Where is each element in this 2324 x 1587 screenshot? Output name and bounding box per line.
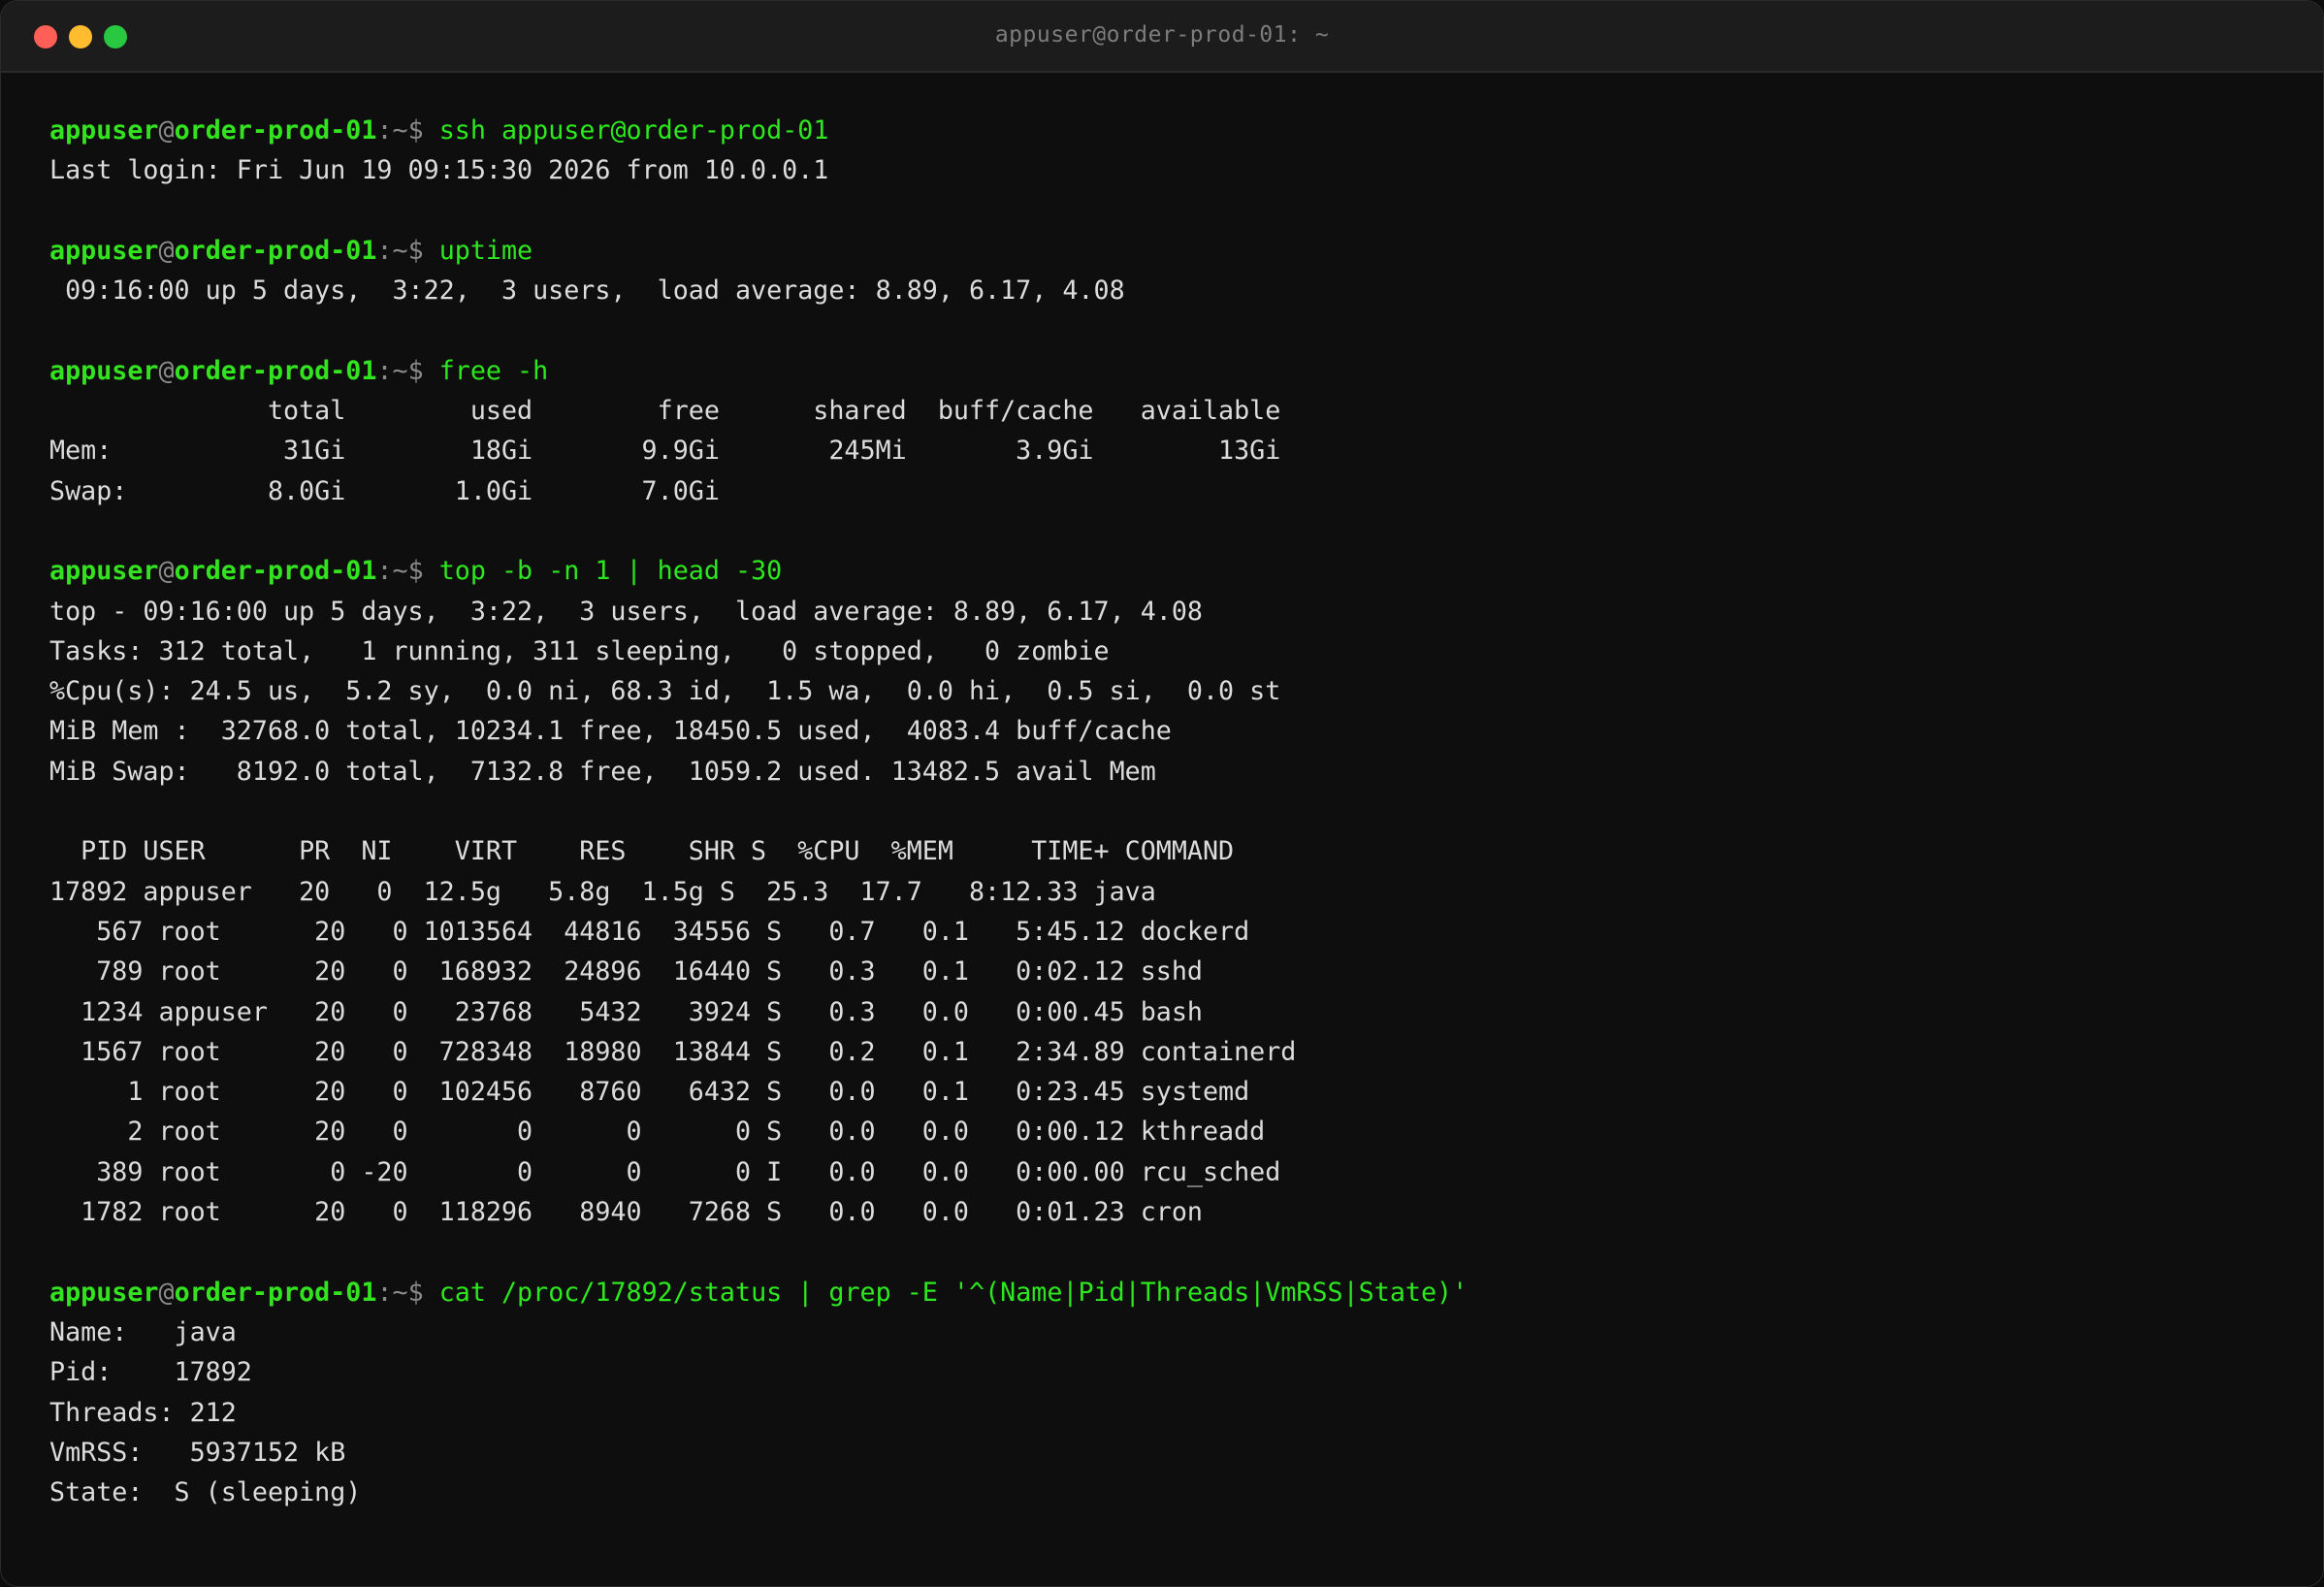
output-line: State: S (sleeping) — [49, 1477, 362, 1508]
prompt-line: appuser@order-prod-01:~$ cat /proc/17892… — [49, 1273, 2294, 1312]
command-text: cat /proc/17892/status | grep -E '^(Name… — [438, 1277, 1469, 1308]
output-line: MiB Swap: 8192.0 total, 7132.8 free, 105… — [49, 756, 1156, 787]
prompt-user: appuser — [49, 115, 159, 146]
prompt-host: order-prod-01 — [174, 115, 377, 146]
prompt-line: appuser@order-prod-01:~$ top -b -n 1 | h… — [49, 551, 2294, 591]
output-line: 1567 root 20 0 728348 18980 13844 S 0.2 … — [49, 1036, 1297, 1067]
output-line: Tasks: 312 total, 1 running, 311 sleepin… — [49, 635, 1110, 666]
output-line: PID USER PR NI VIRT RES SHR S %CPU %MEM … — [49, 836, 1235, 867]
output-line: Mem: 31Gi 18Gi 9.9Gi 245Mi 3.9Gi 13Gi — [49, 436, 1281, 467]
prompt-line: appuser@order-prod-01:~$ ssh appuser@ord… — [49, 111, 2294, 150]
output-line: 789 root 20 0 168932 24896 16440 S 0.3 0… — [49, 956, 1203, 988]
output-line: 1234 appuser 20 0 23768 5432 3924 S 0.3 … — [49, 996, 1203, 1027]
output-line: Last login: Fri Jun 19 09:15:30 2026 fro… — [49, 155, 829, 186]
prompt-at-sign: @ — [158, 1277, 175, 1308]
prompt-suffix: :~$ — [376, 556, 439, 587]
output-line: 1782 root 20 0 118296 8940 7268 S 0.0 0.… — [49, 1197, 1203, 1228]
output-line: MiB Mem : 32768.0 total, 10234.1 free, 1… — [49, 716, 1172, 747]
prompt-suffix: :~$ — [376, 115, 439, 146]
output-line: Swap: 8.0Gi 1.0Gi 7.0Gi — [49, 475, 720, 506]
prompt-user: appuser — [49, 1277, 159, 1308]
terminal-output[interactable]: appuser@order-prod-01:~$ ssh appuser@ord… — [49, 111, 2294, 1512]
prompt-at-sign: @ — [158, 235, 175, 266]
output-line: 2 root 20 0 0 0 0 S 0.0 0.0 0:00.12 kthr… — [49, 1117, 1266, 1148]
command-text: top -b -n 1 | head -30 — [438, 556, 783, 587]
prompt-suffix: :~$ — [376, 235, 439, 266]
output-line: 1 root 20 0 102456 8760 6432 S 0.0 0.1 0… — [49, 1077, 1250, 1108]
prompt-user: appuser — [49, 556, 159, 587]
command-text: free -h — [438, 355, 549, 386]
output-line: top - 09:16:00 up 5 days, 3:22, 3 users,… — [49, 596, 1203, 627]
prompt-at-sign: @ — [158, 355, 175, 386]
prompt-at-sign: @ — [158, 115, 175, 146]
prompt-host: order-prod-01 — [174, 355, 377, 386]
output-line: 09:16:00 up 5 days, 3:22, 3 users, load … — [49, 275, 1125, 307]
command-text: uptime — [438, 235, 533, 266]
window-title: appuser@order-prod-01: ~ — [994, 22, 1330, 48]
prompt-user: appuser — [49, 355, 159, 386]
title-bar[interactable]: appuser@order-prod-01: ~ — [1, 1, 2323, 73]
output-line: Pid: 17892 — [49, 1357, 252, 1388]
prompt-host: order-prod-01 — [174, 235, 377, 266]
output-line: 567 root 20 0 1013564 44816 34556 S 0.7 … — [49, 916, 1250, 947]
prompt-host: order-prod-01 — [174, 556, 377, 587]
output-line: VmRSS: 5937152 kB — [49, 1437, 346, 1468]
prompt-line: appuser@order-prod-01:~$ uptime — [49, 231, 2294, 271]
terminal-window: appuser@order-prod-01: ~ appuser@order-p… — [0, 0, 2324, 1587]
output-line: total used free shared buff/cache availa… — [49, 396, 1281, 427]
prompt-suffix: :~$ — [376, 355, 439, 386]
prompt-suffix: :~$ — [376, 1277, 439, 1308]
prompt-at-sign: @ — [158, 556, 175, 587]
prompt-user: appuser — [49, 235, 159, 266]
prompt-host: order-prod-01 — [174, 1277, 377, 1308]
output-line: Name: java — [49, 1316, 237, 1347]
prompt-line: appuser@order-prod-01:~$ free -h — [49, 351, 2294, 391]
command-text: ssh appuser@order-prod-01 — [438, 115, 829, 146]
output-line: Threads: 212 — [49, 1397, 237, 1428]
output-line: 389 root 0 -20 0 0 0 I 0.0 0.0 0:00.00 r… — [49, 1156, 1281, 1187]
output-line: 17892 appuser 20 0 12.5g 5.8g 1.5g S 25.… — [49, 876, 1156, 907]
output-line: %Cpu(s): 24.5 us, 5.2 sy, 0.0 ni, 68.3 i… — [49, 676, 1281, 707]
